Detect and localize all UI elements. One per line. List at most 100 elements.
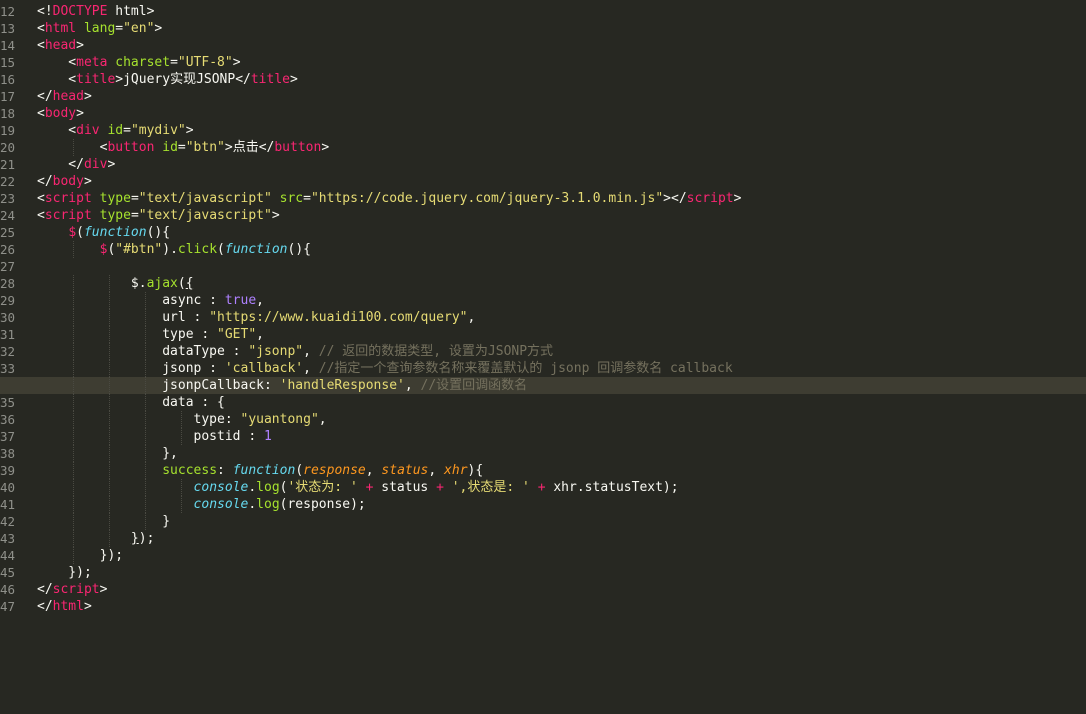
code-token: function <box>224 242 288 257</box>
code-line[interactable]: dataType : "jsonp", // 返回的数据类型, 设置为JSONP… <box>37 343 1086 360</box>
line-number: 24 <box>0 208 16 223</box>
code-token: } <box>130 531 139 546</box>
code-line[interactable]: <head> <box>37 37 1086 54</box>
code-line[interactable]: postid : 1 <box>37 428 1086 445</box>
line-number: 47 <box>0 599 16 614</box>
line-number: 35 <box>0 395 16 410</box>
code-token: >jQuery实现JSONP</ <box>115 72 251 87</box>
code-token: title <box>250 72 290 87</box>
code-token: "UTF-8" <box>177 55 233 70</box>
code-token: //设置回调函数名 <box>420 378 528 393</box>
code-line[interactable] <box>37 258 1086 275</box>
code-token: < <box>37 123 77 138</box>
line-number: 27 <box>0 259 16 274</box>
code-line[interactable]: jsonp : 'callback', //指定一个查询参数名称来覆盖默认的 j… <box>37 360 1086 377</box>
code-line[interactable]: <div id="mydiv"> <box>37 122 1086 139</box>
code-token: = <box>170 55 178 70</box>
code-line[interactable]: }, <box>37 445 1086 462</box>
code-line[interactable]: </script> <box>37 581 1086 598</box>
code-token: "https://code.jquery.com/jquery-3.1.0.mi… <box>310 191 664 206</box>
code-token: < <box>37 140 108 155</box>
code-token: "mydiv" <box>130 123 186 138</box>
code-token: id <box>154 140 178 155</box>
code-token: , <box>428 463 445 478</box>
code-token: head <box>52 89 84 104</box>
code-token: } <box>37 514 171 529</box>
code-line[interactable]: type : "GET", <box>37 326 1086 343</box>
code-line[interactable]: }); <box>37 530 1086 547</box>
line-number: 36 <box>0 412 16 427</box>
line-number: 38 <box>0 446 16 461</box>
code-token: > <box>83 599 92 614</box>
code-line[interactable]: } <box>37 513 1086 530</box>
code-token: lang <box>76 21 116 36</box>
code-line[interactable]: jsonpCallback: 'handleResponse', //设置回调函… <box>0 377 1086 394</box>
code-token: "#btn" <box>115 242 163 257</box>
code-token: "btn" <box>185 140 225 155</box>
line-number: 22 <box>0 174 16 189</box>
code-token: < <box>37 55 77 70</box>
code-token: > <box>185 123 194 138</box>
code-token: ',状态是: ' <box>451 480 530 495</box>
code-token: status <box>381 463 429 478</box>
code-line[interactable]: $.ajax({ <box>37 275 1086 292</box>
code-line[interactable]: </div> <box>37 156 1086 173</box>
code-token: function <box>232 463 296 478</box>
code-token: , <box>303 344 319 359</box>
code-token: type <box>91 191 131 206</box>
code-token: success <box>162 463 218 478</box>
code-token: + <box>537 480 546 495</box>
line-number: 40 <box>0 480 16 495</box>
code-line[interactable]: $("#btn").click(function(){ <box>37 241 1086 258</box>
code-line[interactable]: }); <box>37 547 1086 564</box>
code-token: "jsonp" <box>248 344 304 359</box>
code-line[interactable]: async : true, <box>37 292 1086 309</box>
code-token: type <box>91 208 131 223</box>
line-number: 41 <box>0 497 16 512</box>
code-line[interactable]: </html> <box>37 598 1086 615</box>
code-token: < <box>37 38 45 53</box>
code-line[interactable]: <title>jQuery实现JSONP</title> <box>37 71 1086 88</box>
code-token: script <box>44 208 92 223</box>
code-token: "en" <box>123 21 155 36</box>
code-token: console <box>193 497 249 512</box>
code-editor[interactable]: 12 13 14 15 16 17 18 19 20 21 22 23 24 25 26 27 28 29 30 31… <box>0 0 1086 714</box>
line-number: 25 <box>0 225 16 240</box>
code-line[interactable]: <button id="btn">点击</button> <box>37 139 1086 156</box>
line-number-gutter: 12 13 14 15 16 17 18 19 20 21 22 23 24 25 26 27 28 29 30 31… <box>0 3 18 615</box>
code-line[interactable]: <meta charset="UTF-8"> <box>37 54 1086 71</box>
line-number: 13 <box>0 21 16 36</box>
code-line[interactable]: data : { <box>37 394 1086 411</box>
code-line[interactable]: <body> <box>37 105 1086 122</box>
code-area[interactable]: <!DOCTYPE html> <html lang="en"> <head> <m… <box>0 3 1086 615</box>
code-token: meta <box>76 55 108 70</box>
code-line[interactable]: success: function(response, status, xhr)… <box>37 462 1086 479</box>
line-number: 46 <box>0 582 16 597</box>
code-token: 1 <box>263 429 272 444</box>
code-token: $ <box>68 225 77 240</box>
code-line[interactable]: <html lang="en"> <box>37 20 1086 37</box>
code-line[interactable]: $(function(){ <box>37 224 1086 241</box>
code-line[interactable]: <script type="text/javascript"> <box>37 207 1086 224</box>
code-token: 'callback' <box>224 361 304 376</box>
code-line[interactable]: </body> <box>37 173 1086 190</box>
code-line[interactable]: type: "yuantong", <box>37 411 1086 428</box>
code-token: id <box>99 123 124 138</box>
code-line[interactable]: console.log(response); <box>37 496 1086 513</box>
code-line[interactable]: </head> <box>37 88 1086 105</box>
code-token: true <box>224 293 257 308</box>
line-number: 37 <box>0 429 16 444</box>
code-line[interactable]: <!DOCTYPE html> <box>37 3 1086 20</box>
code-token: </ <box>37 89 53 104</box>
code-line[interactable]: console.log('状态为: ' + status + ',状态是: ' … <box>37 479 1086 496</box>
code-line[interactable]: <script type="text/javascript" src="http… <box>37 190 1086 207</box>
code-line[interactable]: }); <box>37 564 1086 581</box>
code-token: < <box>37 208 45 223</box>
code-token: > <box>99 582 108 597</box>
code-token: ). <box>162 242 178 257</box>
code-line[interactable]: url : "https://www.kuaidi100.com/query", <box>37 309 1086 326</box>
code-token: // 返回的数据类型, 设置为JSONP方式 <box>318 344 554 359</box>
code-token: html> <box>107 4 155 19</box>
code-token: > <box>154 21 163 36</box>
